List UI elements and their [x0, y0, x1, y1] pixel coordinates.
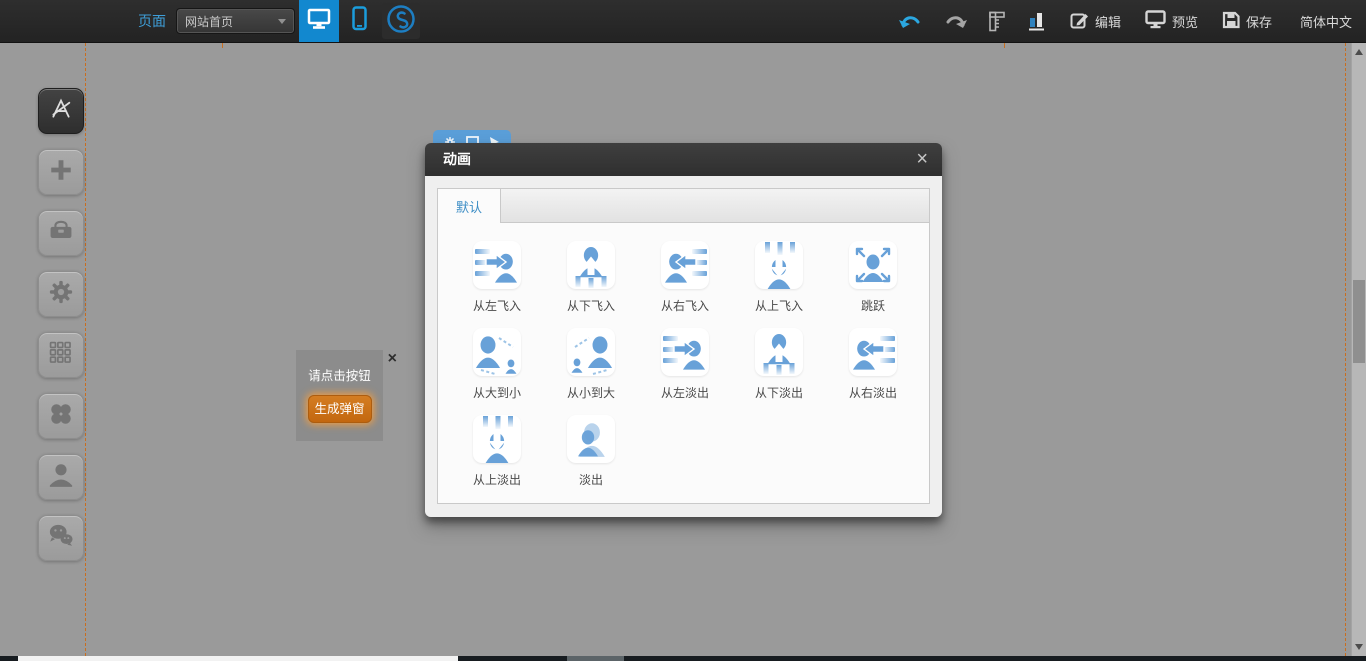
widgets-icon: [45, 398, 77, 435]
sidebar-button-widgets[interactable]: [38, 393, 84, 439]
ruler-icon[interactable]: [989, 11, 1006, 32]
animation-item-label: 从左淡出: [661, 384, 709, 401]
animation-item-label: 从上淡出: [473, 471, 521, 488]
sidebar: [38, 88, 84, 576]
settings-icon: [45, 276, 77, 313]
animation-item-label: 从下飞入: [567, 297, 615, 314]
animation-item[interactable]: 淡出: [544, 415, 638, 502]
animation-item[interactable]: 从右淡出: [826, 328, 920, 415]
bottom-strip-light-segment: [18, 656, 458, 661]
modal-title-bar[interactable]: 动画 ×: [425, 143, 942, 176]
popup-widget-text: 请点击按钮: [296, 365, 383, 384]
small-to-big-icon: [567, 328, 615, 376]
sidebar-button-toolbox[interactable]: [38, 210, 84, 256]
fade-out-left-icon: [661, 328, 709, 376]
fly-in-top-icon: [755, 241, 803, 289]
close-icon[interactable]: ×: [916, 143, 928, 176]
animation-item[interactable]: 从大到小: [450, 328, 544, 415]
animation-item[interactable]: 从小到大: [544, 328, 638, 415]
generate-popup-button[interactable]: 生成弹窗: [308, 395, 372, 423]
animation-tabs-box: 默认 从左飞入 从下飞入 从右飞入 从上飞入 跳跃从大到小 从小到大 从左淡出 从下淡出 从右…: [437, 188, 930, 504]
wechat-icon: [45, 520, 77, 557]
animation-item-label: 从下淡出: [755, 384, 803, 401]
add-icon: [45, 154, 77, 191]
preview-button[interactable]: 预览: [1145, 10, 1198, 32]
modules-grid-icon: [45, 337, 77, 374]
animation-item-label: 从上飞入: [755, 297, 803, 314]
fly-in-right-icon: [661, 241, 709, 289]
animation-item[interactable]: 从上飞入: [732, 241, 826, 328]
scroll-up-icon[interactable]: [1355, 49, 1363, 55]
link-button[interactable]: [382, 3, 420, 39]
animation-item[interactable]: 从右飞入: [638, 241, 732, 328]
save-icon: [1222, 11, 1240, 32]
animation-item[interactable]: 从左飞入: [450, 241, 544, 328]
animation-item-label: 从右飞入: [661, 297, 709, 314]
undo-icon[interactable]: [899, 13, 922, 30]
animation-item-label: 从左飞入: [473, 297, 521, 314]
top-toolbar: 页面 网站首页: [0, 0, 1366, 43]
design-tools-icon: [45, 93, 77, 130]
animation-item[interactable]: 从下飞入: [544, 241, 638, 328]
popup-widget[interactable]: 请点击按钮 生成弹窗 ×: [296, 350, 383, 441]
bottom-scroll-strip[interactable]: [0, 656, 1366, 661]
animation-item[interactable]: 从左淡出: [638, 328, 732, 415]
animation-item-label: 从小到大: [567, 384, 615, 401]
animation-item[interactable]: 从下淡出: [732, 328, 826, 415]
fade-out-top-icon: [473, 415, 521, 463]
bottom-strip-thumb[interactable]: [567, 656, 624, 661]
desktop-icon: [307, 8, 331, 35]
animation-item[interactable]: 跳跃: [826, 241, 920, 328]
mobile-view-button[interactable]: [339, 0, 379, 42]
tab-default[interactable]: 默认: [438, 189, 501, 223]
link-icon: [386, 4, 416, 39]
sidebar-button-design-tools[interactable]: [38, 88, 84, 134]
modal-body: 默认 从左飞入 从下飞入 从右飞入 从上飞入 跳跃从大到小 从小到大 从左淡出 从下淡出 从右…: [425, 176, 942, 517]
page-guide-right: [1345, 43, 1346, 656]
edit-button[interactable]: 编辑: [1070, 11, 1121, 32]
jump-icon: [849, 241, 897, 289]
fade-out-bottom-icon: [755, 328, 803, 376]
tab-strip: 默认: [438, 189, 929, 223]
sidebar-button-modules-grid[interactable]: [38, 332, 84, 378]
animation-item-label: 淡出: [579, 471, 603, 488]
edit-icon: [1070, 11, 1089, 32]
animation-item-label: 从大到小: [473, 384, 521, 401]
sidebar-button-settings[interactable]: [38, 271, 84, 317]
save-button[interactable]: 保存: [1222, 11, 1272, 32]
animation-item-label: 从右淡出: [849, 384, 897, 401]
sidebar-button-user[interactable]: [38, 454, 84, 500]
sidebar-button-add[interactable]: [38, 149, 84, 195]
modal-title: 动画: [443, 151, 471, 167]
big-to-small-icon: [473, 328, 521, 376]
page-dropdown[interactable]: 网站首页: [177, 9, 294, 33]
toolbox-icon: [45, 215, 77, 252]
redo-icon[interactable]: [944, 13, 967, 30]
mobile-icon: [352, 6, 367, 36]
language-switch[interactable]: 简体中文: [1300, 12, 1352, 31]
fade-out-right-icon: [849, 328, 897, 376]
preview-icon: [1145, 10, 1166, 32]
user-icon: [45, 459, 77, 496]
page-label: 页面: [138, 11, 166, 31]
desktop-view-button[interactable]: [299, 0, 339, 42]
fly-in-left-icon: [473, 241, 521, 289]
fly-in-bottom-icon: [567, 241, 615, 289]
scroll-down-icon[interactable]: [1355, 644, 1363, 650]
animation-item-label: 跳跃: [861, 297, 885, 314]
vertical-scrollbar[interactable]: [1351, 43, 1366, 656]
animation-item[interactable]: 从上淡出: [450, 415, 544, 502]
page-guide-left: [85, 43, 86, 656]
animation-modal: 动画 × 默认 从左飞入从下飞入从右飞入从上飞入 跳跃从大到小从小到大从左淡出从…: [425, 143, 942, 517]
scrollbar-thumb[interactable]: [1353, 280, 1365, 363]
page-dropdown-value: 网站首页: [185, 13, 233, 30]
fade-out-icon: [567, 415, 615, 463]
sidebar-button-wechat[interactable]: [38, 515, 84, 561]
stats-icon[interactable]: [1028, 11, 1046, 31]
chevron-down-icon: [278, 19, 286, 24]
animation-grid: 从左飞入 从下飞入 从右飞入 从上飞入 跳跃从大到小 从小到大 从左淡出 从下淡出 从右淡出从…: [438, 223, 929, 502]
close-icon[interactable]: ×: [388, 351, 397, 367]
